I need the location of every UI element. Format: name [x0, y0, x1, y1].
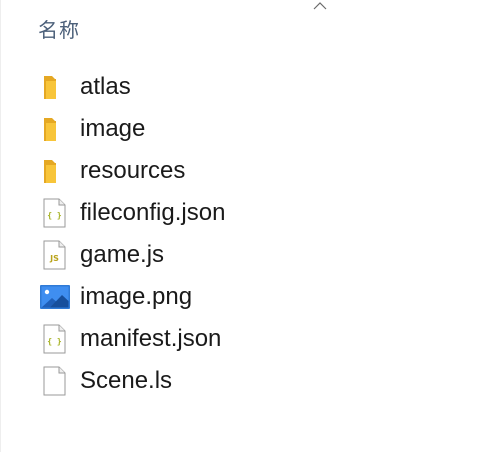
file-explorer-pane: 名称 atlas image resources {} fileconfig.…: [0, 0, 492, 452]
file-name: atlas: [80, 73, 131, 100]
file-row-resources[interactable]: resources: [0, 150, 492, 192]
file-row-atlas[interactable]: atlas: [0, 66, 492, 108]
column-header-name[interactable]: 名称: [38, 14, 80, 43]
file-row-scene-ls[interactable]: Scene.ls: [0, 360, 492, 402]
image-file-icon: [38, 281, 72, 313]
file-list: atlas image resources {} fileconfig.jso…: [0, 66, 492, 402]
file-name: resources: [80, 157, 186, 184]
file-name: image: [80, 115, 146, 142]
blank-file-icon: [38, 365, 72, 397]
file-name: manifest.json: [80, 325, 222, 352]
sort-ascending-icon[interactable]: [312, 1, 328, 11]
folder-icon: [38, 113, 72, 145]
file-row-fileconfig-json[interactable]: { } fileconfig.json: [0, 192, 492, 234]
file-row-game-js[interactable]: JS game.js: [0, 234, 492, 276]
json-file-icon: { }: [38, 197, 72, 229]
file-name: image.png: [80, 283, 193, 310]
file-name: fileconfig.json: [80, 199, 226, 226]
file-row-manifest-json[interactable]: { } manifest.json: [0, 318, 492, 360]
file-row-image-png[interactable]: image.png: [0, 276, 492, 318]
file-name: game.js: [80, 241, 165, 268]
js-file-icon: JS: [38, 239, 72, 271]
file-row-image[interactable]: image: [0, 108, 492, 150]
file-name: Scene.ls: [80, 367, 173, 394]
folder-icon: [38, 155, 72, 187]
json-badge: { }: [47, 211, 62, 220]
json-file-icon: { }: [38, 323, 72, 355]
json-badge: { }: [47, 337, 62, 346]
js-badge: JS: [49, 254, 59, 263]
folder-icon: [38, 71, 72, 103]
